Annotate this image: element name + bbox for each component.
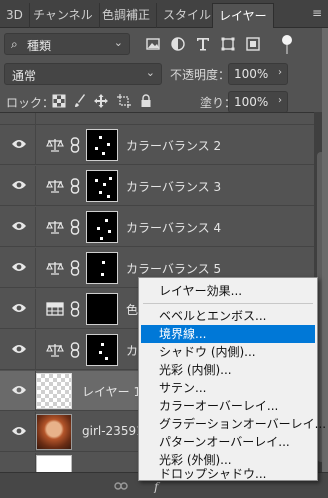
layer-row[interactable]: カラーバランス 2 <box>0 125 314 165</box>
link-chain-icon[interactable] <box>70 178 80 194</box>
visibility-eye-icon[interactable] <box>11 425 27 437</box>
chevron-down-icon: › <box>278 67 282 78</box>
visibility-eye-icon[interactable] <box>11 220 27 232</box>
layer-mask-thumbnail[interactable] <box>86 211 118 243</box>
search-icon: ⌕ <box>11 37 18 51</box>
chevron-down-icon: ⌄ <box>145 66 155 79</box>
menu-item-gradient-overlay[interactable]: グラデーションオーバーレイ... <box>141 415 326 433</box>
visibility-eye-icon[interactable] <box>11 138 27 150</box>
smart-object-filter-icon[interactable] <box>245 36 261 52</box>
adjustment-filter-icon[interactable] <box>170 36 186 52</box>
divider <box>35 166 36 206</box>
blend-mode-select[interactable]: 通常 ⌄ <box>4 63 162 85</box>
layer-row[interactable]: カラーバランス 4 <box>0 207 314 247</box>
blend-mode-value: 通常 <box>12 69 37 83</box>
layer-mask-thumbnail[interactable] <box>86 334 118 366</box>
layer-row[interactable] <box>0 113 314 147</box>
menu-item-bevel-emboss[interactable]: ベベルとエンボス... <box>141 307 315 325</box>
panel-menu-icon[interactable]: ≡ <box>312 6 322 20</box>
balance-scale-icon <box>46 262 64 275</box>
chevron-down-icon: › <box>278 95 282 106</box>
svg-text:f: f <box>153 480 161 493</box>
menu-separator <box>143 303 313 304</box>
layer-name[interactable]: カラーバランス 3 <box>126 178 221 195</box>
menu-item-inner-glow[interactable]: 光彩 (内側)... <box>141 361 315 379</box>
layer-name[interactable]: 色 <box>126 301 138 318</box>
opacity-value: 100% <box>234 67 269 81</box>
tab-styles[interactable]: スタイル <box>157 3 219 28</box>
opacity-field[interactable]: 100% › <box>228 63 288 85</box>
filter-kind-select[interactable]: ⌕ 種類 ⌄ <box>4 33 130 55</box>
lock-artboard-icon[interactable] <box>117 94 131 108</box>
tab-channels[interactable]: チャンネル <box>27 3 100 28</box>
balance-scale-icon <box>46 344 64 357</box>
layer-name[interactable]: カラーバランス 4 <box>126 219 221 236</box>
fill-field[interactable]: 100% › <box>228 91 288 113</box>
layer-thumbnail[interactable] <box>36 414 72 450</box>
tab-adjustments[interactable]: 色調補正 <box>96 3 158 28</box>
lock-transparency-icon[interactable] <box>52 94 66 108</box>
visibility-eye-icon[interactable] <box>11 384 27 396</box>
menu-item-inner-shadow[interactable]: シャドウ (内側)... <box>141 343 315 361</box>
table-grid-icon <box>46 302 64 316</box>
panel-tab-bar: 3D チャンネル 色調補正 スタイル レイヤー ≡ <box>0 0 328 28</box>
layer-name[interactable]: カラーバランス 5 <box>126 260 221 277</box>
filter-kind-label: 種類 <box>27 39 52 53</box>
add-style-icon[interactable]: f <box>152 479 166 493</box>
filter-toggle-icon[interactable] <box>282 35 292 45</box>
link-chain-icon[interactable] <box>70 301 80 317</box>
link-chain-icon[interactable] <box>70 137 80 153</box>
menu-item-color-overlay[interactable]: カラーオーバーレイ... <box>141 397 315 415</box>
lock-brush-icon[interactable] <box>73 94 87 108</box>
fill-value: 100% <box>234 95 269 109</box>
shape-filter-icon[interactable] <box>220 36 236 52</box>
layer-thumbnail[interactable] <box>36 373 72 409</box>
layer-mask-thumbnail[interactable] <box>86 252 118 284</box>
link-chain-icon[interactable] <box>70 219 80 235</box>
menu-item-layer-effects[interactable]: レイヤー効果... <box>141 282 315 300</box>
menu-item-pattern-overlay[interactable]: パターンオーバーレイ... <box>141 433 315 451</box>
layer-name[interactable]: カ <box>126 342 138 359</box>
menu-item-stroke[interactable]: 境界線... <box>141 325 315 343</box>
visibility-eye-icon[interactable] <box>11 261 27 273</box>
visibility-eye-icon[interactable] <box>11 302 27 314</box>
divider <box>35 289 36 329</box>
balance-scale-icon <box>46 221 64 234</box>
layer-mask-thumbnail[interactable] <box>86 293 118 325</box>
layer-row[interactable]: カラーバランス 3 <box>0 166 314 206</box>
tab-3d[interactable]: 3D <box>0 3 30 28</box>
layer-name[interactable]: カラーバランス 2 <box>126 137 221 154</box>
divider <box>35 330 36 370</box>
right-edge-strip <box>322 28 328 472</box>
balance-scale-icon <box>46 139 64 152</box>
image-filter-icon[interactable] <box>145 36 161 52</box>
filter-toggle-bar <box>286 45 288 54</box>
menu-item-drop-shadow[interactable]: ドロップシャドウ... <box>141 467 315 481</box>
layer-thumbnail[interactable] <box>36 455 72 472</box>
tab-layers[interactable]: レイヤー <box>212 3 274 28</box>
type-filter-icon[interactable] <box>195 36 211 52</box>
layer-style-context-menu: レイヤー効果... ベベルとエンボス... 境界線... シャドウ (内側)..… <box>138 277 326 481</box>
divider <box>35 207 36 247</box>
lock-all-icon[interactable] <box>139 94 153 108</box>
balance-scale-icon <box>46 180 64 193</box>
layer-name[interactable]: レイヤー 1 <box>82 383 141 400</box>
lock-label: ロック： <box>6 96 55 110</box>
visibility-eye-icon[interactable] <box>11 179 27 191</box>
visibility-eye-icon[interactable] <box>11 343 27 355</box>
link-chain-icon[interactable] <box>70 342 80 358</box>
opacity-label: 不透明度： <box>170 68 231 82</box>
menu-item-satin[interactable]: サテン... <box>141 379 315 397</box>
link-layers-icon[interactable] <box>114 479 128 493</box>
chevron-down-icon: ⌄ <box>113 36 123 49</box>
lock-position-icon[interactable] <box>94 94 108 108</box>
layer-mask-thumbnail[interactable] <box>86 129 118 161</box>
layer-mask-thumbnail[interactable] <box>86 170 118 202</box>
divider <box>35 248 36 288</box>
link-chain-icon[interactable] <box>70 260 80 276</box>
divider <box>35 125 36 165</box>
